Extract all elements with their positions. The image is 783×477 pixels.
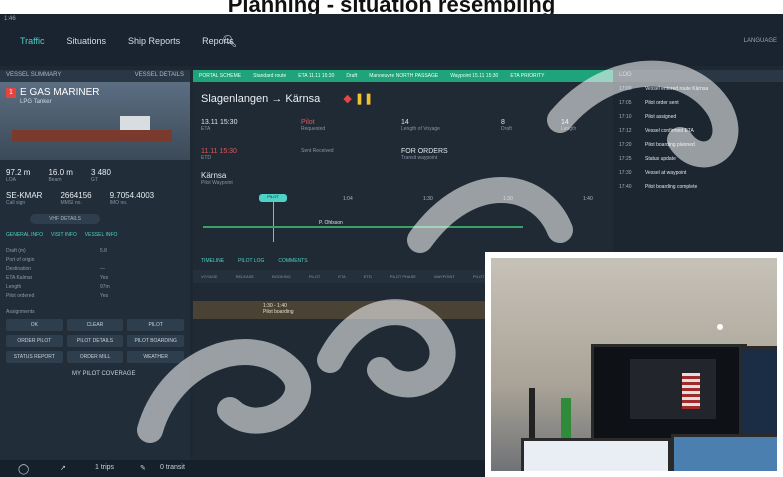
pilot-details-button[interactable]: PILOT DETAILS [66,335,124,347]
globe-icon[interactable]: ◯ [18,464,29,475]
search-icon[interactable]: 🔍︎ [222,34,237,48]
destination-block: Kärnsa Pilot Waypoint [193,165,613,192]
vessel-details-link[interactable]: VESSEL DETAILS [135,72,184,80]
tab-timeline[interactable]: TIMELINE [201,258,224,264]
order-mill-button[interactable]: ORDER MILL [66,351,124,363]
etd-field: 11.11 15:30 ETD [201,148,237,161]
monitor-main [591,344,747,442]
vessel-name: E GAS MARINER [20,87,100,98]
draft-field: 8 Draft [501,119,512,132]
list-item[interactable]: 17:10 Pilot assigned [619,114,777,120]
eta-field: 13.11 15:30 ETA [201,119,238,132]
route-title: Slagenlangen → Kärnsa [201,93,321,105]
ship-hull [12,130,172,142]
vhf-details-button[interactable]: VHF DETAILS [30,214,100,224]
length-field: 14 Length [561,119,577,132]
vessel-identifiers: SE-KMAR Call sign 2664156 MMSI no. 9.7054.… [0,183,190,206]
ceiling-lamp [717,324,723,330]
id-callsign: SE-KMAR Call sign [6,191,43,206]
pilot-request-field: Pilot Requested [301,119,326,132]
route-header: Slagenlangen → Kärnsa ◆ ❚❚ [193,82,613,115]
destination-name: Kärnsa [201,171,227,180]
voyage-length-field: 14 Length of Voyage [401,119,440,132]
expand-icon[interactable]: ↗ [60,464,66,472]
vessel-panel-header: VESSEL SUMMARY VESSEL DETAILS [0,70,190,82]
tab-general-info[interactable]: GENERAL INFO [6,232,43,238]
timeline-pilot-marker[interactable]: PILOT [259,194,287,202]
ship-deck [120,116,150,130]
timeline-current-stem [273,202,274,242]
pilot-boarding-button[interactable]: PILOT BOARDING [127,335,184,347]
order-pilot-button[interactable]: ORDER PILOT [6,335,63,347]
tab-visit-info[interactable]: VISIT INFO [51,232,77,238]
page: Planning - situation resembling 1:46 Tra… [0,0,783,477]
stat-loa: 97.2 m LOA [6,168,31,183]
timeline-track [203,226,523,228]
list-item[interactable]: 17:30 Vessel at waypoint [619,170,777,176]
vessel-panel: VESSEL SUMMARY VESSEL DETAILS 1 E GAS MA… [0,70,190,465]
timeline-tick-label: 1:30 [423,196,433,202]
edit-icon[interactable]: ✎ [140,464,146,472]
monitor-side [739,346,777,436]
clear-button[interactable]: CLEAR [66,319,124,331]
vessel-photo: 1 E GAS MARINER LPG Tanker [0,82,190,160]
vessel-dimensions: 97.2 m LOA 16.0 m Beam 3 480 GT [0,160,190,183]
nav-ship-reports[interactable]: Ship Reports [128,36,180,46]
timeline-tick-label: 1:30 [503,196,513,202]
weather-button[interactable]: WEATHER [127,351,184,363]
log-header: LOG [613,70,783,82]
timeline-pilot-name: P. Ohlsson [319,220,343,226]
tab-vessel-info[interactable]: VESSEL INFO [85,232,118,238]
event-log-list: 17:00 Vessel entered route Kärnsa 17:05 Pi… [613,82,783,202]
clock-label: 1:46 [4,16,16,22]
pilot-timeline: PILOT 1:04 1:30 1:30 1:40 P. Ohlsson [193,192,613,252]
action-buttons: OK CLEAR PILOT ORDER PILOT PILOT DETAILS… [0,315,190,367]
sent-received-field: Sent Received [301,148,334,154]
list-item[interactable]: 17:12 Vessel confirmed ETA [619,128,777,134]
trip-count: 1 trips [95,464,115,471]
monitor-lower-left [521,438,671,471]
list-item[interactable]: 17:00 Vessel entered route Kärnsa [619,86,777,92]
pilot-coverage-link[interactable]: MY PILOT COVERAGE [0,367,190,377]
tab-pilot-log[interactable]: PILOT LOG [238,258,264,264]
photo-content [491,258,777,471]
list-item[interactable]: 17:20 Pilot boarding planned [619,142,777,148]
tab-comments[interactable]: COMMENTS [278,258,307,264]
id-mmsi: 2664156 MMSI no. [60,191,92,206]
vessel-summary-label: VESSEL SUMMARY [6,72,62,78]
list-item[interactable]: 17:05 Pilot order sent [619,100,777,106]
vessel-type: LPG Tanker [20,99,52,105]
monitor-screen [630,359,716,419]
main-nav: Traffic Situations Ship Reports Reports [20,36,234,46]
user-menu[interactable]: LANGUAGE [744,38,777,44]
monitor-lower-right [671,434,777,471]
monitor-flag-graphic [682,373,700,409]
nav-situations[interactable]: Situations [67,36,107,46]
stat-beam: 16.0 m Beam [48,168,73,183]
destination-note: Pilot Waypoint [201,180,233,186]
voyage-details: 13.11 15:30 ETA Pilot Requested 14 Length o… [193,115,613,165]
fire-extinguisher [561,398,571,438]
nav-traffic[interactable]: Traffic [20,36,45,46]
vessel-badge: 1 [6,88,16,98]
id-imo: 9.7054.4003 IMO no. [109,191,155,206]
vessel-info-grid: Draft (m) 5.8 Port of origin Destination —… [6,248,110,299]
timeline-tick-label: 1:04 [343,196,353,202]
stat-gt: 3 480 GT [90,168,111,183]
top-bar: 1:46 Traffic Situations Ship Reports Rep… [0,14,783,66]
transit-waypoint-field: FOR ORDERS Transit waypoint [401,148,448,161]
list-item[interactable]: 17:40 Pilot boarding complete [619,184,777,190]
ok-button[interactable]: OK [6,319,63,331]
voyage-status-bar: PORTAL SCHEME Standard route ETA 11.11 1… [193,70,613,82]
status-bars-icon: ❚❚ [354,93,374,105]
hazard-icon: ◆ [343,93,352,105]
list-item[interactable]: 17:25 Status update [619,156,777,162]
pilot-button[interactable]: PILOT [127,319,184,331]
control-room-photo [485,252,783,477]
timeline-tick-label: 1:40 [583,196,593,202]
status-report-button[interactable]: STATUS REPORT [6,351,63,363]
transit-count: 0 transit [160,464,185,471]
